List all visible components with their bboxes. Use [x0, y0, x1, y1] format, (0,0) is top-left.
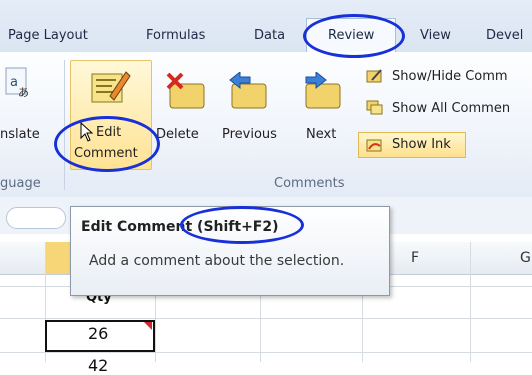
tab-developer[interactable]: Devel — [486, 28, 523, 43]
grid-line — [470, 242, 471, 362]
translate-icon[interactable]: a あ — [4, 66, 34, 102]
previous-comment-icon[interactable] — [226, 72, 270, 112]
tab-formulas[interactable]: Formulas — [146, 28, 205, 43]
show-hide-comments-button[interactable]: Show/Hide Comm — [392, 68, 508, 85]
show-ink-icon — [366, 139, 382, 152]
next-comment-icon[interactable] — [300, 72, 344, 112]
show-ink-label: Show Ink — [392, 137, 451, 152]
cell-value: 42 — [88, 356, 109, 375]
column-header-g[interactable]: G — [520, 250, 531, 266]
annotation-ellipse-shortcut — [180, 206, 304, 244]
delete-label[interactable]: Delete — [156, 126, 199, 143]
show-all-comments-button[interactable]: Show All Commen — [392, 100, 510, 117]
translate-label[interactable]: nslate — [0, 126, 40, 143]
cell-value: 26 — [88, 324, 109, 343]
tooltip-description: Add a comment about the selection. — [89, 253, 345, 269]
tab-page-layout[interactable]: Page Layout — [8, 28, 88, 43]
tab-data[interactable]: Data — [254, 28, 285, 43]
annotation-ellipse-review — [303, 14, 405, 58]
show-all-comments-icon — [366, 100, 383, 115]
delete-comment-icon[interactable] — [164, 72, 208, 112]
ribbon-tab-strip — [0, 0, 532, 52]
tab-view[interactable]: View — [420, 28, 451, 43]
edit-comment-icon — [91, 71, 131, 103]
column-header-f[interactable]: F — [411, 250, 419, 266]
comment-indicator-icon — [144, 322, 152, 330]
svg-text:あ: あ — [18, 86, 29, 99]
next-label[interactable]: Next — [306, 126, 336, 143]
name-box[interactable] — [6, 207, 66, 229]
annotation-ellipse-edit-comment — [54, 116, 160, 172]
grid-line — [0, 318, 532, 319]
previous-label[interactable]: Previous — [222, 126, 277, 143]
group-separator — [64, 60, 65, 190]
comments-group-label: Comments — [274, 176, 345, 191]
show-hide-comment-icon — [366, 69, 382, 83]
svg-text:a: a — [10, 75, 18, 90]
grid-line — [0, 352, 532, 353]
language-group-label: guage — [0, 176, 41, 191]
